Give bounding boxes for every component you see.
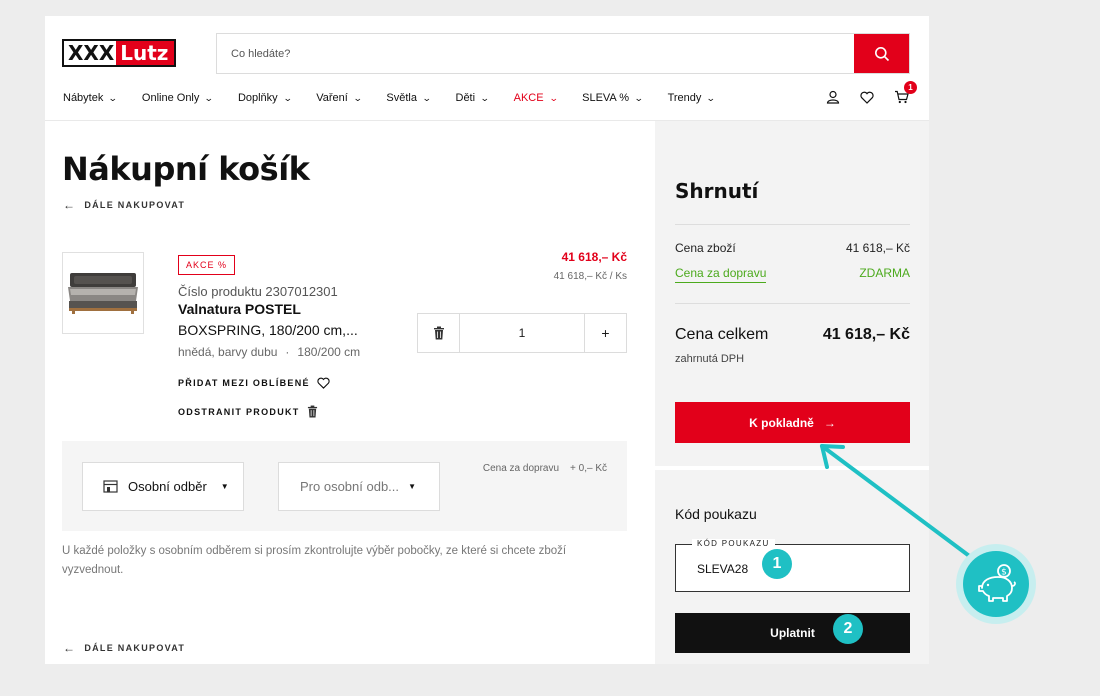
nav-item-sleva[interactable]: SLEVA % ⌄ [582, 92, 644, 104]
product-size: 180/200 cm [297, 345, 361, 359]
order-summary: Shrnutí Cena zboží 41 618,– Kč Cena za d… [655, 121, 929, 664]
trash-icon [433, 326, 444, 340]
caret-down-icon: ▼ [408, 482, 416, 491]
page: XXX Lutz Nábytek⌄ Online Only⌄ Doplňky⌄ … [45, 16, 929, 664]
sale-tag: AKCE % [178, 255, 236, 275]
shipping-cost: Cena za dopravu + 0,– Kč [482, 463, 607, 474]
nav-item-online-only[interactable]: Online Only ⌄ [142, 92, 215, 104]
chevron-down-icon: ⌄ [282, 92, 293, 103]
piggy-bank-icon: $ [978, 564, 1016, 602]
shipping-panel: Osobní odběr ▼ Pro osobní odb... ▼ Cena za… [62, 441, 627, 531]
quantity-value[interactable]: 1 [459, 314, 585, 352]
user-icon[interactable] [825, 88, 841, 106]
total-row: Cena celkem 41 618,– Kč [675, 326, 910, 343]
product-name[interactable]: Valnatura POSTEL [178, 301, 301, 317]
variant-separator: · [285, 345, 290, 359]
voucher-field-label: KÓD POUKAZU [692, 539, 775, 548]
piggy-bank-badge: $ [956, 544, 1036, 624]
remove-one-button[interactable] [418, 314, 459, 352]
chevron-down-icon: ⌄ [421, 92, 432, 103]
voucher-title: Kód poukazu [675, 506, 757, 522]
step-1-marker: 1 [762, 549, 792, 579]
nav-item-svetla[interactable]: Světla ⌄ [386, 92, 432, 104]
logo-text-left: XXX [68, 41, 115, 65]
divider [675, 224, 910, 225]
item-unit-price: 41 618,– Kč / Ks [553, 271, 627, 282]
xxxlutz-logo[interactable]: XXX Lutz [62, 39, 176, 67]
quantity-stepper: 1 + [417, 313, 627, 353]
chevron-down-icon: ⌄ [706, 92, 717, 103]
shipping-price-row: Cena za dopravu ZDARMA [675, 266, 910, 283]
chevron-down-icon: ⌄ [204, 92, 215, 103]
item-price: 41 618,– Kč [561, 250, 627, 264]
cart-count-badge: 1 [904, 81, 917, 94]
caret-down-icon: ▼ [220, 482, 229, 491]
page-title: Nákupní košík [62, 150, 310, 188]
product-number: Číslo produktu 2307012301 [178, 284, 338, 299]
continue-shopping-link-bottom[interactable]: ← DÁLE NAKUPOVAT [63, 641, 185, 655]
product-thumbnail[interactable] [62, 252, 144, 334]
summary-title: Shrnutí [675, 179, 759, 203]
add-to-favorites-link[interactable]: PŘIDAT MEZI OBLÍBENÉ [178, 377, 330, 389]
chevron-down-icon: ⌄ [479, 92, 490, 103]
search-button[interactable] [854, 34, 909, 73]
nav-item-deti[interactable]: Děti ⌄ [456, 92, 490, 104]
nav-item-doplnky[interactable]: Doplňky ⌄ [238, 92, 293, 104]
product-color: hnědá, barvy dubu [178, 345, 278, 359]
search-bar [216, 33, 910, 74]
chevron-down-icon: ⌄ [548, 92, 559, 103]
arrow-left-icon: ← [63, 641, 77, 655]
nav-item-trendy[interactable]: Trendy ⌄ [668, 92, 717, 104]
main-nav: Nábytek ⌄ Online Only ⌄ Doplňky ⌄ Vaření ⌄ S… [63, 90, 740, 106]
trash-icon [307, 405, 317, 418]
heart-icon[interactable] [859, 88, 875, 106]
nav-item-vareni[interactable]: Vaření ⌄ [316, 92, 363, 104]
voucher-code-value[interactable]: SLEVA28 [697, 562, 748, 576]
checkout-button[interactable]: K pokladně → [675, 402, 910, 443]
remove-product-link[interactable]: ODSTRANIT PRODUKT [178, 405, 318, 418]
increase-quantity-button[interactable]: + [585, 314, 626, 352]
store-icon [103, 480, 118, 493]
section-divider [655, 466, 929, 470]
delivery-method-select[interactable]: Osobní odběr ▼ [82, 462, 244, 511]
vat-note: zahrnutá DPH [675, 353, 745, 365]
chevron-down-icon: ⌄ [108, 92, 119, 103]
continue-shopping-link-top[interactable]: ← DÁLE NAKUPOVAT [63, 198, 185, 212]
search-icon [874, 46, 889, 61]
shipping-price-link[interactable]: Cena za dopravu [675, 266, 767, 283]
product-name-line2[interactable]: BOXSPRING, 180/200 cm,... [178, 322, 358, 338]
nav-item-nabytek[interactable]: Nábytek ⌄ [63, 92, 119, 104]
nav-item-akce[interactable]: AKCE ⌄ [514, 92, 559, 104]
heart-icon [317, 377, 330, 389]
divider [675, 303, 910, 304]
arrow-right-icon: → [823, 415, 836, 430]
voucher-code-field[interactable]: KÓD POUKAZU SLEVA28 [675, 539, 910, 592]
apply-voucher-button[interactable]: Uplatnit [675, 613, 910, 653]
pickup-note: U každé položky s osobním odběrem si pro… [62, 545, 567, 576]
logo-text-right: Lutz [116, 41, 174, 65]
chevron-down-icon: ⌄ [633, 92, 644, 103]
arrow-left-icon: ← [63, 198, 77, 212]
bed-image [68, 273, 138, 314]
chevron-down-icon: ⌄ [352, 92, 363, 103]
step-2-marker: 2 [833, 614, 863, 644]
svg-text:$: $ [1001, 568, 1007, 578]
header-icons: 1 [825, 81, 917, 106]
product-variant: hnědá, barvy dubu · 180/200 cm [178, 345, 360, 359]
cart-icon[interactable]: 1 [893, 81, 917, 106]
search-input[interactable] [217, 34, 854, 73]
pickup-store-select[interactable]: Pro osobní odb... ▼ [278, 462, 440, 511]
goods-price-row: Cena zboží 41 618,– Kč [675, 241, 910, 255]
